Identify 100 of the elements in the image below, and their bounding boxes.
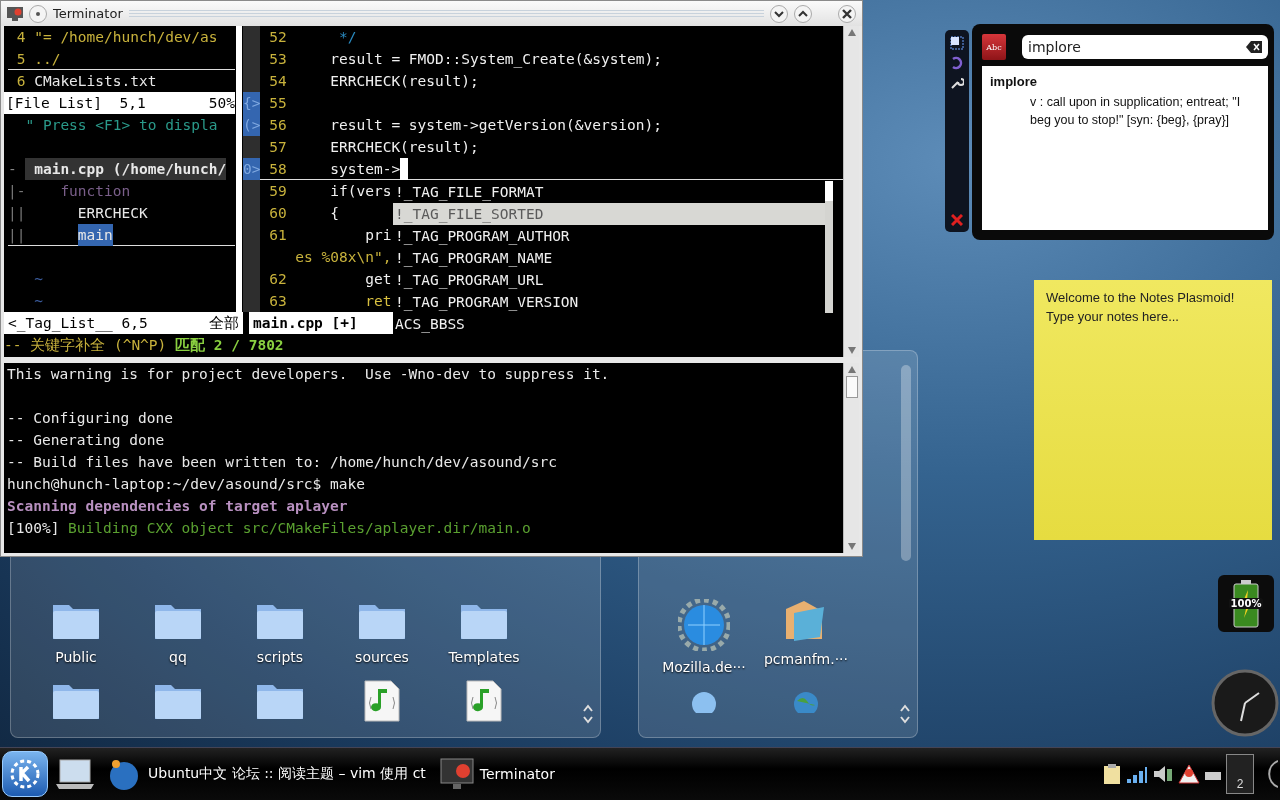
- fold-column: 0>: [243, 158, 261, 180]
- headword: implore: [990, 74, 1038, 89]
- fold-column: [243, 290, 261, 312]
- code-line: get: [364, 270, 392, 289]
- sticky-note[interactable]: Welcome to the Notes Plasmoid! Type your notes here...: [1034, 280, 1272, 540]
- file-list-entry[interactable]: ../: [34, 48, 61, 70]
- code-line: es %08x\n",: [295, 248, 392, 267]
- scroll-arrows-icon[interactable]: [899, 703, 911, 725]
- scrollbar[interactable]: [843, 26, 859, 357]
- icon-label[interactable]: Mozilla.de···: [662, 659, 746, 675]
- mode-message: -- 关键字补全 (^N^P): [4, 336, 168, 355]
- line-number: 58: [268, 160, 288, 179]
- scrollbar[interactable]: [825, 181, 833, 313]
- task-button[interactable]: Terminator: [435, 752, 559, 796]
- close-icon[interactable]: [951, 214, 963, 226]
- fold-column: [243, 136, 261, 158]
- scroll-up-icon[interactable]: [847, 366, 856, 373]
- output-line: hunch@hunch-laptop:~/dev/asound/src$ make: [7, 475, 365, 494]
- scroll-position: 全部: [209, 314, 239, 333]
- window-menu-button[interactable]: [29, 4, 47, 23]
- file-list-entry[interactable]: CMakeLists.txt: [34, 70, 157, 92]
- note-text: Welcome to the Notes Plasmoid!: [1046, 290, 1236, 305]
- file-list-entry[interactable]: "= /home/hunch/dev/as: [34, 26, 218, 48]
- scrollbar[interactable]: [901, 365, 911, 561]
- fold-column: [243, 180, 261, 202]
- analog-clock: [1211, 668, 1279, 738]
- fold-column: {>: [243, 92, 261, 114]
- dot-icon: [36, 11, 40, 16]
- scroll-percent: 50%: [208, 94, 235, 113]
- fold-marker: ||: [8, 226, 27, 246]
- rotate-icon[interactable]: [950, 56, 964, 70]
- tag-group[interactable]: function: [25, 180, 131, 202]
- icon-label[interactable]: Templates: [448, 649, 520, 665]
- warning-icon[interactable]: [1178, 764, 1200, 784]
- laptop-icon[interactable]: [54, 756, 96, 792]
- scroll-down-icon[interactable]: [847, 347, 856, 354]
- chevron-up-icon: [798, 9, 808, 18]
- icon-label[interactable]: sources: [355, 649, 409, 665]
- clear-icon[interactable]: [1246, 41, 1262, 53]
- desktop-pager[interactable]: 2: [1226, 754, 1254, 794]
- scroll-down-icon[interactable]: [847, 543, 856, 550]
- text-cursor: [400, 158, 409, 180]
- scroll-up-icon[interactable]: [847, 29, 856, 36]
- line-number: 4: [15, 28, 27, 47]
- tag-entry[interactable]: main: [77, 224, 113, 246]
- resize-icon[interactable]: [950, 36, 964, 50]
- completion-item[interactable]: !_TAG_FILE_SORTED: [393, 203, 825, 225]
- code-line: system->: [329, 160, 401, 179]
- line-number: 59: [268, 182, 288, 201]
- line-number: 57: [268, 138, 288, 157]
- code-line: {: [329, 204, 339, 223]
- empty-line-marker: ~: [33, 292, 43, 311]
- icon-label[interactable]: pcmanfm.···: [763, 651, 848, 667]
- close-button[interactable]: [838, 4, 856, 23]
- icon-label[interactable]: qq: [169, 649, 187, 665]
- search-field[interactable]: implore: [1022, 35, 1268, 59]
- line-number: 54: [268, 72, 288, 91]
- scroll-arrows-icon[interactable]: [582, 703, 594, 725]
- note-text: Type your notes here...: [1046, 309, 1180, 324]
- fold-marker: -: [8, 160, 18, 179]
- scroll-thumb[interactable]: [825, 181, 833, 201]
- maximize-button[interactable]: [794, 4, 812, 23]
- window-name: [File List]: [6, 94, 103, 113]
- code-line: ERRCHECK(result);: [329, 72, 479, 91]
- line-number: 56: [268, 116, 288, 135]
- minimize-button[interactable]: [770, 4, 788, 23]
- line-number: 52: [268, 28, 288, 47]
- fold-column: [243, 70, 261, 92]
- empty-line-marker: ~: [33, 270, 43, 289]
- speaker-icon[interactable]: [1152, 764, 1174, 784]
- terminal-app-icon: [439, 758, 474, 790]
- application-menu-button[interactable]: [2, 751, 48, 797]
- task-button[interactable]: Ubuntu中文 论坛 :: 阅读主题 – vim 使用 ct: [102, 752, 430, 796]
- music-file-icon[interactable]: [363, 679, 401, 723]
- code-line: if(vers: [329, 182, 392, 201]
- line-number: 63: [268, 292, 288, 311]
- line-number: 62: [268, 270, 288, 289]
- clipboard-icon[interactable]: [1102, 763, 1122, 785]
- globe-gear-icon[interactable]: [678, 599, 730, 651]
- cursor-position: 5,1: [119, 94, 146, 113]
- icon-label[interactable]: scripts: [256, 649, 304, 665]
- wrench-icon[interactable]: [950, 76, 964, 90]
- terminal-app-icon[interactable]: [7, 6, 23, 21]
- code-line: pri: [364, 226, 392, 245]
- window-name: <_Tag_List__ 6,5: [8, 314, 148, 334]
- icon-label[interactable]: Public: [55, 649, 97, 665]
- taglist-help: " Press <F1> to displa: [24, 116, 218, 135]
- progress-percent: [100%]: [7, 519, 61, 538]
- code-line: */: [338, 28, 357, 47]
- signal-bars-icon[interactable]: [1126, 764, 1148, 784]
- taglist-file[interactable]: main.cpp (/home/hunch/: [25, 158, 227, 180]
- output-line: -- Generating done: [7, 431, 165, 450]
- scrollbar[interactable]: [843, 363, 859, 553]
- line-number: 60: [268, 204, 288, 223]
- scroll-thumb[interactable]: [845, 376, 858, 398]
- match-count: 匹配 2 / 7802: [175, 336, 284, 355]
- tag-entry[interactable]: ERRCHECK: [77, 202, 148, 224]
- music-file-icon[interactable]: [465, 679, 503, 723]
- dictionary-book-icon: Abc: [982, 34, 1006, 60]
- close-icon: [842, 8, 852, 19]
